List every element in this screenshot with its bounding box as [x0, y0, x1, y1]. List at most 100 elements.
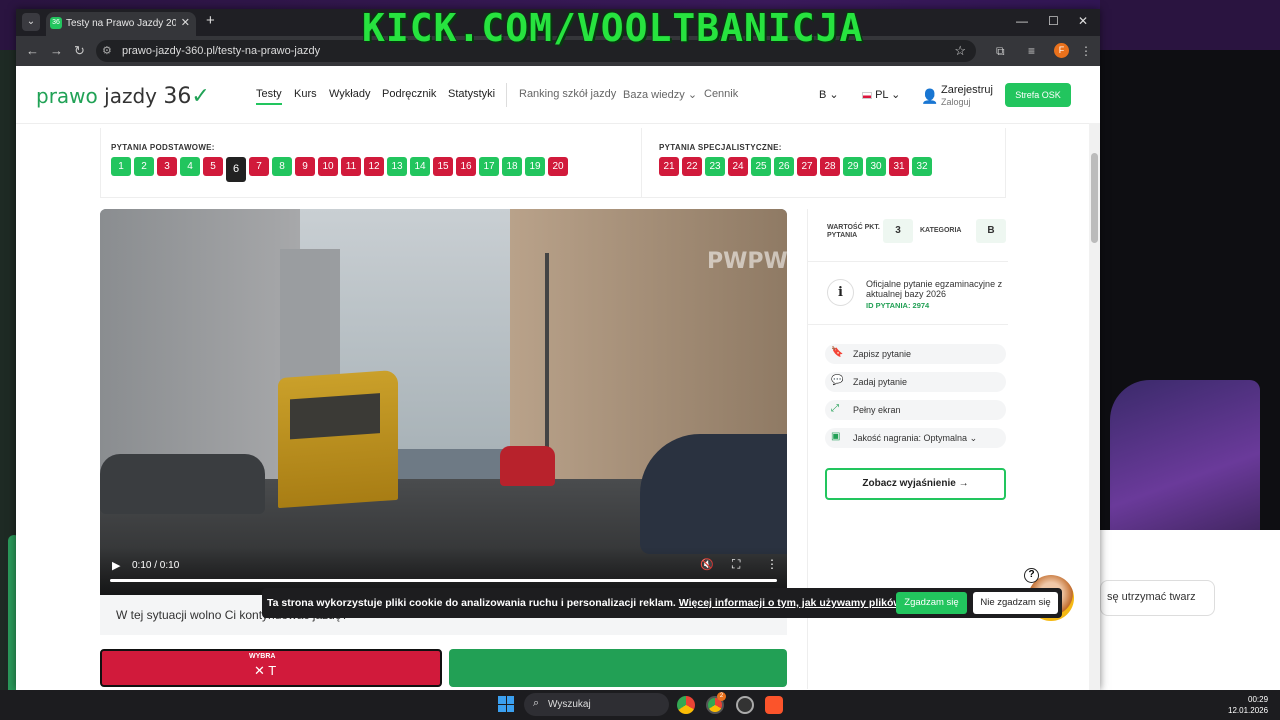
extensions-icon[interactable]: ⧉ [996, 44, 1005, 59]
taskbar-search[interactable]: ⌕ Wyszukaj [524, 693, 669, 716]
nav-testy[interactable]: Testy [256, 88, 282, 105]
question-number-27[interactable]: 27 [797, 157, 817, 176]
ask-question-button[interactable]: 💬 Zadaj pytanie [825, 372, 1006, 392]
steam-icon[interactable] [736, 696, 754, 714]
more-options-icon[interactable]: ⋮ [766, 557, 778, 571]
question-number-24[interactable]: 24 [728, 157, 748, 176]
question-number-14[interactable]: 14 [410, 157, 430, 176]
question-number-16[interactable]: 16 [456, 157, 476, 176]
forward-button[interactable]: → [50, 43, 63, 58]
question-number-31[interactable]: 31 [889, 157, 909, 176]
question-number-11[interactable]: 11 [341, 157, 361, 176]
question-number-32[interactable]: 32 [912, 157, 932, 176]
question-number-28[interactable]: 28 [820, 157, 840, 176]
question-number-25[interactable]: 25 [751, 157, 771, 176]
close-tab-icon[interactable]: ✕ [181, 16, 190, 29]
question-number-30[interactable]: 30 [866, 157, 886, 176]
nav-statystyki[interactable]: Statystyki [448, 88, 495, 100]
maximize-button[interactable]: ☐ [1048, 14, 1059, 28]
bookmark-star-icon[interactable]: ☆ [954, 43, 966, 59]
save-question-button[interactable]: 🔖 Zapisz pytanie [825, 344, 1006, 364]
scrollbar-thumb[interactable] [1091, 153, 1098, 243]
browser-tab-active[interactable]: 36 Testy na Prawo Jazdy 2026 - Da ✕ [46, 12, 196, 36]
window-close-button[interactable]: ✕ [1078, 14, 1088, 28]
windows-start-icon[interactable] [498, 696, 514, 712]
browser-menu-icon[interactable]: ⋮ [1080, 44, 1092, 58]
back-button[interactable]: ← [26, 43, 39, 58]
video-frame-tram [278, 369, 398, 509]
question-number-5[interactable]: 5 [203, 157, 223, 176]
site-info-icon[interactable]: ⚙ [102, 44, 112, 57]
chat-bubble-icon: 💬 [831, 375, 844, 386]
question-number-23[interactable]: 23 [705, 157, 725, 176]
nav-kurs[interactable]: Kurs [294, 88, 317, 100]
see-explanation-button[interactable]: Zobacz wyjaśnienie → [825, 468, 1006, 500]
cookie-text: Ta strona wykorzystuje pliki cookie do a… [267, 597, 938, 609]
tab-search-button[interactable]: ⌄ [22, 13, 40, 31]
question-number-7[interactable]: 7 [249, 157, 269, 176]
question-number-8[interactable]: 8 [272, 157, 292, 176]
new-tab-button[interactable]: + [206, 12, 215, 29]
question-number-22[interactable]: 22 [682, 157, 702, 176]
cookie-message: Ta strona wykorzystuje pliki cookie do a… [267, 597, 679, 609]
stream-watermark: KICK.COM/VOOLTBANICJA [362, 6, 864, 50]
add-user-icon: 👤 [921, 88, 939, 104]
cookie-banner: Ta strona wykorzystuje pliki cookie do a… [262, 588, 1062, 618]
answer-yes-button[interactable]: WYBRA ✕ T [100, 649, 442, 687]
question-number-9[interactable]: 9 [295, 157, 315, 176]
question-number-29[interactable]: 29 [843, 157, 863, 176]
question-number-6[interactable]: 6 [226, 157, 246, 182]
question-number-2[interactable]: 2 [134, 157, 154, 176]
nav-cennik[interactable]: Cennik [704, 88, 738, 100]
cookie-accept-button[interactable]: Zgadzam się [896, 592, 967, 614]
question-video[interactable]: PWPW ▶ 0:10 / 0:10 🔇 ⛶ ⋮ [100, 209, 787, 595]
question-number-4[interactable]: 4 [180, 157, 200, 176]
register-link[interactable]: Zarejestruj [941, 84, 993, 96]
video-time: 0:10 / 0:10 [132, 560, 180, 571]
brave-icon[interactable] [765, 696, 783, 714]
nav-baza-wiedzy[interactable]: Baza wiedzy ⌄ [623, 88, 697, 101]
nav-wyklady[interactable]: Wykłady [329, 88, 370, 100]
reload-button[interactable]: ↻ [74, 43, 85, 59]
question-number-13[interactable]: 13 [387, 157, 407, 176]
question-id: ID PYTANIA: 2974 [866, 301, 930, 310]
chrome-icon[interactable] [677, 696, 695, 714]
nav-podrecznik[interactable]: Podręcznik [382, 88, 436, 100]
question-number-10[interactable]: 10 [318, 157, 338, 176]
help-icon[interactable]: ? [1024, 568, 1039, 583]
question-number-15[interactable]: 15 [433, 157, 453, 176]
cookie-reject-button[interactable]: Nie zgadzam się [973, 592, 1058, 614]
osk-zone-button[interactable]: Strefa OSK [1005, 83, 1071, 107]
question-number-12[interactable]: 12 [364, 157, 384, 176]
profile-avatar[interactable]: F [1054, 43, 1069, 58]
wrong-answer-icon: ✕ T [254, 663, 277, 678]
video-progress-bar[interactable] [110, 579, 777, 582]
question-number-26[interactable]: 26 [774, 157, 794, 176]
minimize-button[interactable]: — [1016, 14, 1028, 28]
question-number-18[interactable]: 18 [502, 157, 522, 176]
category-select[interactable]: B ⌄ [819, 88, 839, 101]
fullscreen-icon[interactable]: ⛶ [732, 557, 740, 572]
language-select[interactable]: PL ⌄ [862, 88, 900, 101]
question-number-3[interactable]: 3 [157, 157, 177, 176]
question-number-21[interactable]: 21 [659, 157, 679, 176]
question-number-1[interactable]: 1 [111, 157, 131, 176]
question-number-17[interactable]: 17 [479, 157, 499, 176]
nav-ranking[interactable]: Ranking szkół jazdy [519, 88, 616, 100]
chevron-down-icon: ⌄ [687, 89, 698, 101]
language-select-value: PL [875, 89, 889, 101]
login-link[interactable]: Zaloguj [941, 97, 971, 107]
taskbar-clock[interactable]: 00:29 12.01.2026 [1228, 694, 1268, 716]
site-logo[interactable]: prawo jazdy 36✓ [36, 84, 210, 109]
question-number-20[interactable]: 20 [548, 157, 568, 176]
muted-icon[interactable]: 🔇 [700, 558, 714, 571]
page-scrollbar[interactable] [1089, 123, 1100, 690]
answer-no-button[interactable] [449, 649, 787, 687]
video-quality-select[interactable]: ▣ Jakość nagrania: Optymalna ⌄ [825, 428, 1006, 448]
fullscreen-button[interactable]: ⤢ Pełny ekran [825, 400, 1006, 420]
play-icon[interactable]: ▶ [112, 559, 120, 572]
video-frame-lamp [545, 253, 549, 478]
media-controls-icon[interactable]: ≡ [1028, 44, 1035, 58]
question-number-19[interactable]: 19 [525, 157, 545, 176]
video-quality-text: Jakość nagrania: Optymalna ⌄ [853, 433, 978, 443]
